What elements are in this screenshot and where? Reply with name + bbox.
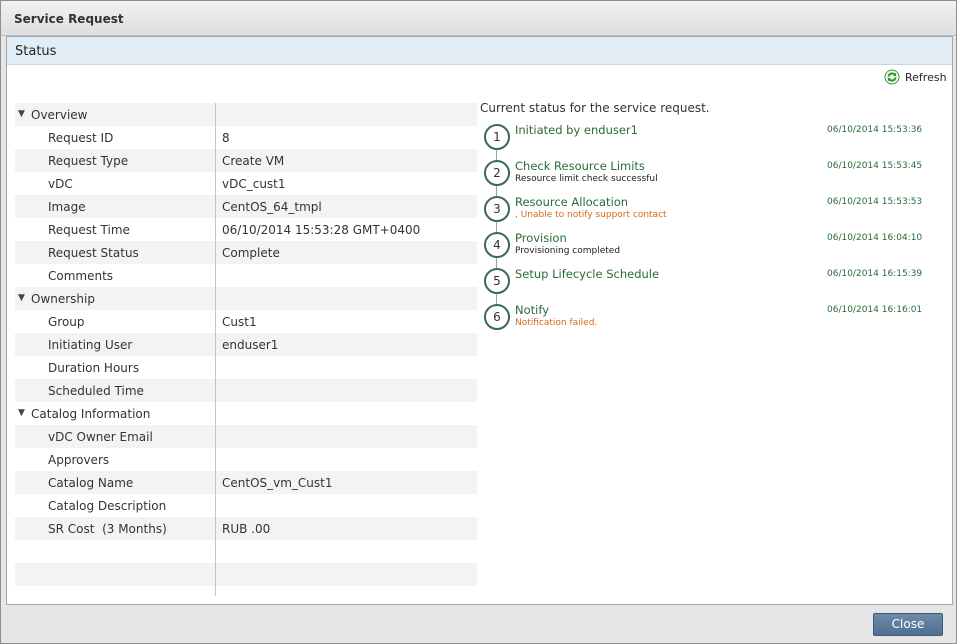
detail-row: Catalog Description (15, 494, 477, 517)
field-label: vDC Owner Email (48, 430, 153, 444)
detail-row: Approvers (15, 448, 477, 471)
step-timestamp: 06/10/2014 15:53:45 (827, 161, 923, 171)
field-label: SR Cost (3 Months) (48, 522, 167, 536)
status-step: 3 Resource Allocation, Unable to notify s… (480, 193, 950, 229)
field-value: vDC_cust1 (222, 177, 286, 191)
field-label: Image (48, 200, 86, 214)
status-steps: 1 Initiated by enduser1 06/10/2014 15:53:3… (480, 121, 950, 337)
step-timestamp: 06/10/2014 16:15:39 (827, 269, 923, 279)
detail-row: Initiating User enduser1 (15, 333, 477, 356)
field-value: 06/10/2014 15:53:28 GMT+0400 (222, 223, 421, 237)
section-label: Ownership (31, 292, 95, 306)
section-header[interactable]: ▼ Ownership (15, 287, 477, 310)
field-label: Comments (48, 269, 114, 283)
status-step: 5 Setup Lifecycle Schedule 06/10/2014 16:1… (480, 265, 950, 301)
step-timestamp: 06/10/2014 15:53:53 (827, 197, 923, 207)
step-detail: , Unable to notify support contact (515, 210, 667, 220)
field-value: Complete (222, 246, 280, 260)
step-circle-icon: 5 (484, 268, 510, 294)
detail-row: vDC Owner Email (15, 425, 477, 448)
empty-row (15, 563, 477, 586)
field-value: CentOS_vm_Cust1 (222, 476, 333, 490)
field-label: Request ID (48, 131, 114, 145)
field-label: Duration Hours (48, 361, 140, 375)
field-label: vDC (48, 177, 73, 191)
field-value: RUB .00 (222, 522, 271, 536)
panel-header: Status (7, 37, 952, 65)
dialog-title: Service Request (14, 12, 124, 26)
detail-row: Duration Hours (15, 356, 477, 379)
field-value: enduser1 (222, 338, 279, 352)
detail-row: Catalog Name CentOS_vm_Cust1 (15, 471, 477, 494)
details-table: ▼ Overview Request ID 8 Request Type Create V… (15, 103, 477, 586)
step-circle-icon: 6 (484, 304, 510, 330)
step-timestamp: 06/10/2014 15:53:36 (827, 125, 923, 135)
step-circle-icon: 3 (484, 196, 510, 222)
step-title: Initiated by enduser1 (515, 123, 638, 137)
field-label: Approvers (48, 453, 110, 467)
status-step: 6 Notify Notification failed. 06/10/2014 16… (480, 301, 950, 337)
refresh-icon (884, 69, 900, 85)
refresh-button[interactable]: Refresh (884, 68, 947, 86)
section-label: Overview (31, 108, 88, 122)
field-label: Request Time (48, 223, 130, 237)
close-button[interactable]: Close (873, 613, 943, 636)
step-title: Provision (515, 231, 567, 245)
status-step: 1 Initiated by enduser1 06/10/2014 15:53:3… (480, 121, 950, 157)
field-label: Initiating User (48, 338, 133, 352)
triangle-down-icon[interactable]: ▼ (18, 408, 25, 418)
status-step: 4 Provision Provisioning completed 06/10/20… (480, 229, 950, 265)
step-title: Check Resource Limits (515, 159, 645, 173)
status-panel: Status Refresh ▼ Overview Request ID 8 Reque… (6, 36, 953, 605)
field-label: Request Type (48, 154, 129, 168)
triangle-down-icon[interactable]: ▼ (18, 109, 25, 119)
empty-row (15, 540, 477, 563)
panel-title: Status (15, 44, 57, 59)
section-header[interactable]: ▼ Overview (15, 103, 477, 126)
field-label: Group (48, 315, 85, 329)
detail-row: Image CentOS_64_tmpl (15, 195, 477, 218)
field-label: Catalog Name (48, 476, 134, 490)
field-value: Create VM (222, 154, 285, 168)
status-step: 2 Check Resource Limits Resource limit che… (480, 157, 950, 193)
field-label: Scheduled Time (48, 384, 144, 398)
service-request-dialog: Service Request Status Refresh ▼ Overview… (0, 0, 957, 644)
detail-row: Request Status Complete (15, 241, 477, 264)
detail-row: Request ID 8 (15, 126, 477, 149)
dialog-title-bar[interactable]: Service Request (1, 1, 956, 36)
field-label: Catalog Description (48, 499, 167, 513)
detail-row: Request Type Create VM (15, 149, 477, 172)
detail-row: Request Time 06/10/2014 15:53:28 GMT+0400 (15, 218, 477, 241)
detail-row: Comments (15, 264, 477, 287)
section-label: Catalog Information (31, 407, 151, 421)
step-timestamp: 06/10/2014 16:04:10 (827, 233, 923, 243)
field-value: CentOS_64_tmpl (222, 200, 322, 214)
column-divider (215, 103, 216, 596)
step-detail: Provisioning completed (515, 246, 621, 256)
step-timestamp: 06/10/2014 16:16:01 (827, 305, 923, 315)
detail-row: Scheduled Time (15, 379, 477, 402)
step-detail: Resource limit check successful (515, 174, 658, 184)
step-title: Notify (515, 303, 549, 317)
step-circle-icon: 4 (484, 232, 510, 258)
section-header[interactable]: ▼ Catalog Information (15, 402, 477, 425)
field-value: 8 (222, 131, 230, 145)
dialog-footer: Close (1, 605, 956, 643)
step-detail: Notification failed. (515, 318, 598, 328)
detail-row: vDC vDC_cust1 (15, 172, 477, 195)
triangle-down-icon[interactable]: ▼ (18, 293, 25, 303)
step-circle-icon: 2 (484, 160, 510, 186)
status-caption: Current status for the service request. (480, 101, 710, 115)
refresh-label: Refresh (905, 70, 947, 84)
step-title: Setup Lifecycle Schedule (515, 267, 660, 281)
field-label: Request Status (48, 246, 139, 260)
field-value: Cust1 (222, 315, 257, 329)
detail-row: SR Cost (3 Months) RUB .00 (15, 517, 477, 540)
step-title: Resource Allocation (515, 195, 629, 209)
step-circle-icon: 1 (484, 124, 510, 150)
detail-row: Group Cust1 (15, 310, 477, 333)
